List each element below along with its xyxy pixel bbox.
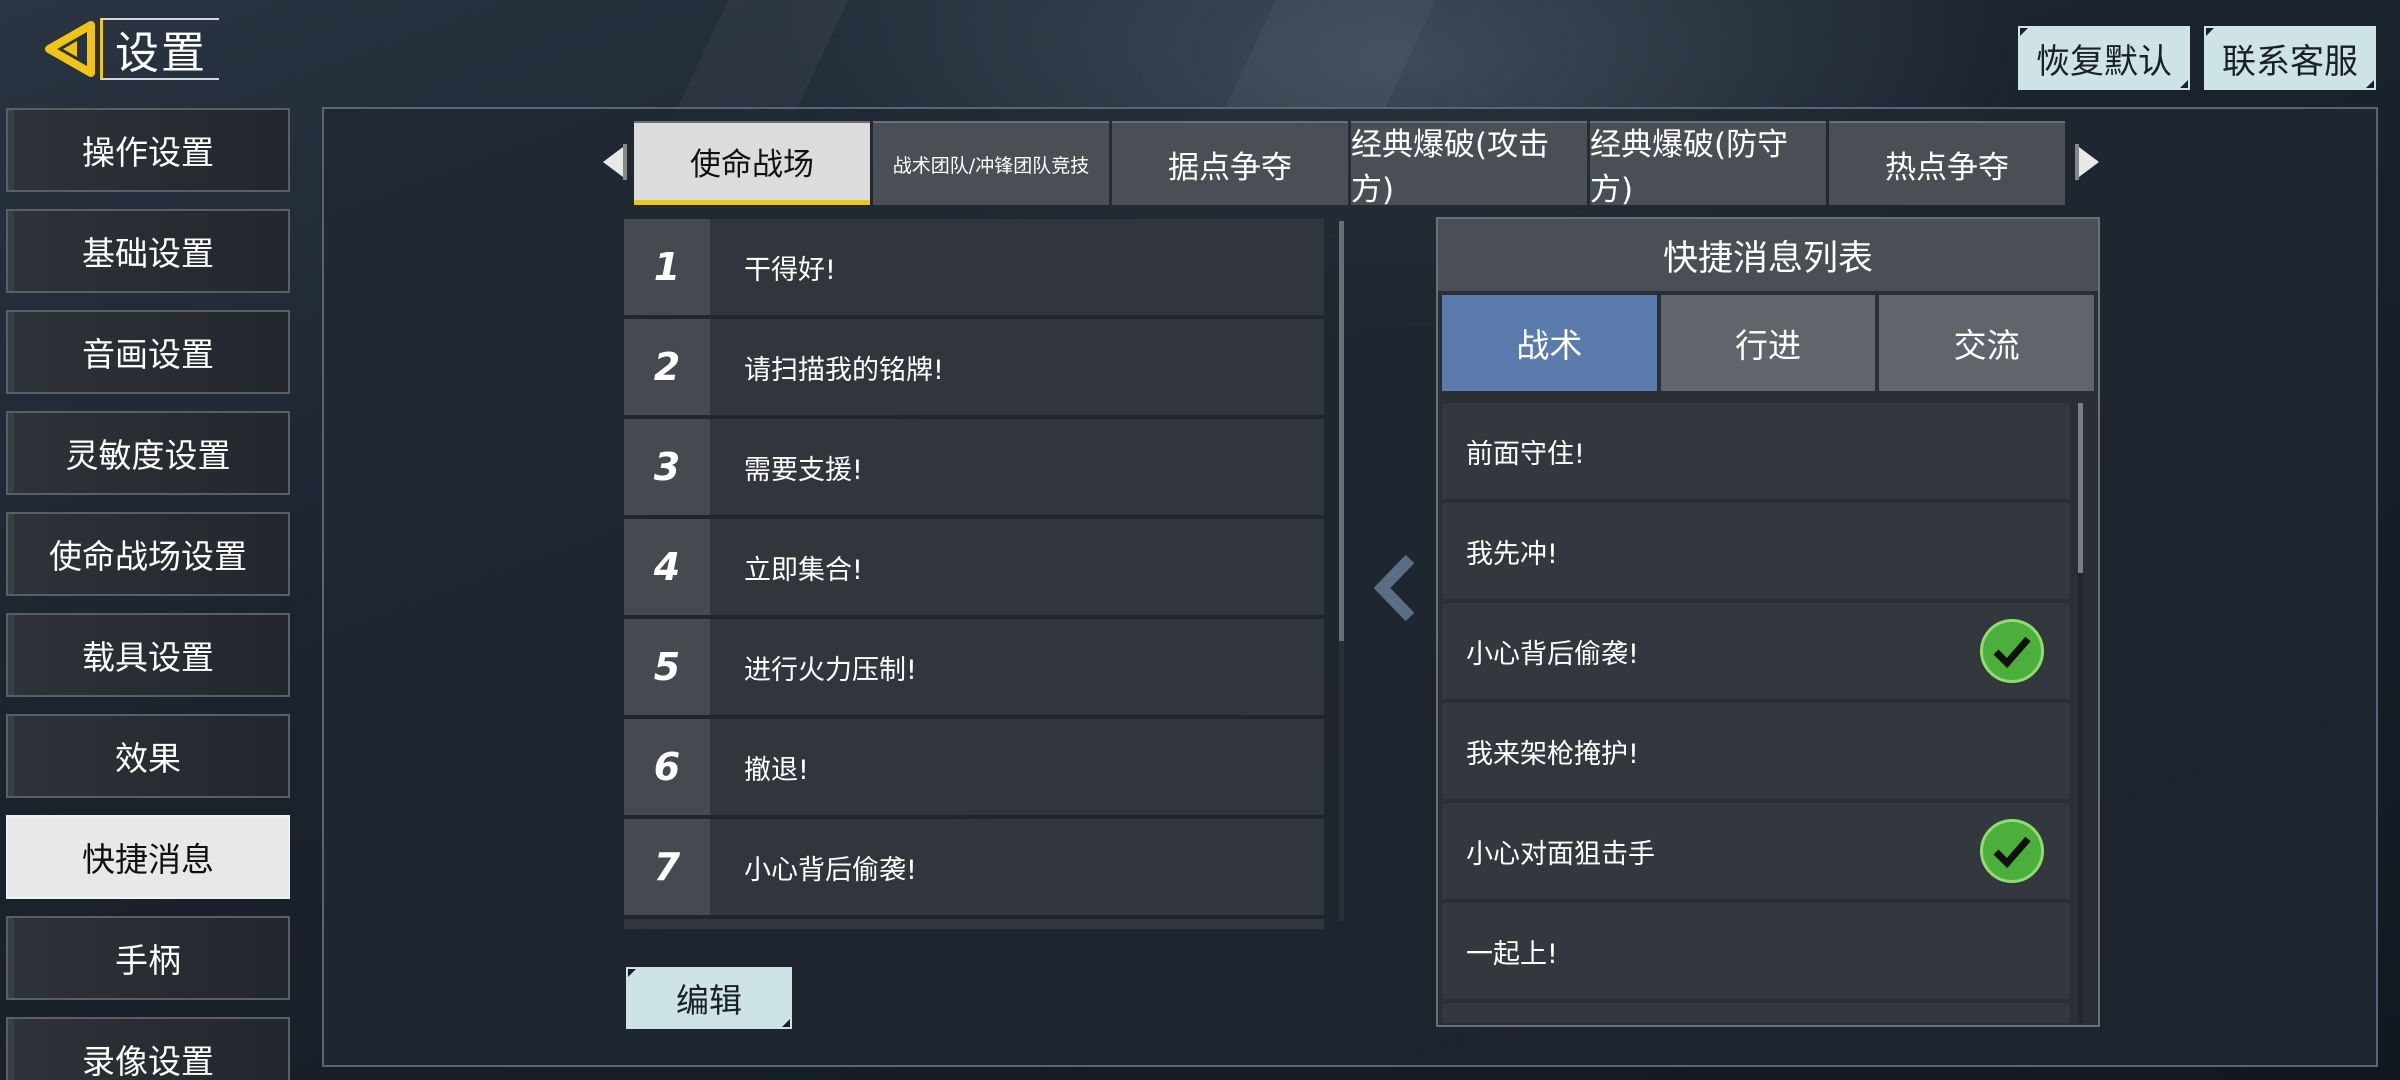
message-slot[interactable]: 4 立即集合! (624, 519, 1324, 615)
quick-message-item[interactable]: 我来架枪掩护! (1442, 703, 2070, 799)
slot-number: 7 (624, 819, 710, 915)
sidebar-item-audio-video[interactable]: 音画设置 (6, 310, 290, 394)
slot-number: 2 (624, 319, 710, 415)
quick-message-list: 前面守住! 我先冲! 小心背后偷袭! 我来架枪掩护! 小心对面狙击手 一起上! (1442, 403, 2070, 1023)
sidebar-item-vehicle[interactable]: 载具设置 (6, 613, 290, 697)
restore-default-button[interactable]: 恢复默认 (2018, 26, 2190, 90)
slot-number: 4 (624, 519, 710, 615)
quick-message-text: 小心对面狙击手 (1466, 838, 1655, 870)
quick-message-item[interactable]: 前面守住! (1442, 403, 2070, 499)
message-slot[interactable]: 6 撤退! (624, 719, 1324, 815)
tab-movement[interactable]: 行进 (1660, 295, 1876, 391)
back-arrow-icon (45, 21, 95, 77)
sidebar-item-sensitivity[interactable]: 灵敏度设置 (6, 411, 290, 495)
tab-search-destroy-defend[interactable]: 经典爆破(防守方) (1590, 121, 1826, 208)
slot-number: 1 (624, 219, 710, 315)
triangle-left-icon (603, 144, 627, 180)
slot-number: 5 (624, 619, 710, 715)
contact-support-button[interactable]: 联系客服 (2204, 26, 2376, 90)
slot-text: 干得好! (744, 254, 836, 286)
quick-message-text: 一起上! (1466, 938, 1558, 970)
tabs-prev-button[interactable] (594, 119, 634, 205)
back-button[interactable] (40, 17, 100, 81)
quick-message-text: 我先冲! (1466, 538, 1558, 570)
slot-text: 小心背后偷袭! (744, 854, 917, 886)
sidebar-item-battle-royale[interactable]: 使命战场设置 (6, 512, 290, 596)
tabs-next-button[interactable] (2068, 119, 2108, 205)
sidebar: 操作设置 基础设置 音画设置 灵敏度设置 使命战场设置 载具设置 效果 快捷消息… (6, 108, 290, 1080)
message-slot[interactable]: 2 请扫描我的铭牌! (624, 319, 1324, 415)
slot-text: 需要支援! (744, 454, 863, 486)
sidebar-item-controls[interactable]: 操作设置 (6, 108, 290, 192)
tab-domination[interactable]: 据点争夺 (1112, 121, 1348, 205)
check-icon (1980, 819, 2044, 883)
triangle-right-icon (2075, 144, 2099, 180)
bg-stripe (1224, 0, 1436, 110)
page-title: 设置 (100, 18, 219, 80)
message-slot-list: 1 干得好! 2 请扫描我的铭牌! 3 需要支援! 4 立即集合! 5 进行火力… (624, 219, 1324, 929)
message-slot[interactable]: 7 小心背后偷袭! (624, 819, 1324, 915)
tab-battle-royale[interactable]: 使命战场 (634, 121, 870, 205)
message-slot[interactable] (624, 919, 1324, 929)
main-panel: 使命战场 战术团队/冲锋团队竞技 据点争夺 经典爆破(攻击方) 经典爆破(防守方… (322, 107, 2378, 1067)
sidebar-item-recording[interactable]: 录像设置 (6, 1017, 290, 1080)
tab-search-destroy-attack[interactable]: 经典爆破(攻击方) (1351, 121, 1587, 208)
quick-list-scrollbar[interactable] (2078, 403, 2083, 1023)
scrollbar-thumb[interactable] (2078, 403, 2083, 573)
tab-communication[interactable]: 交流 (1879, 295, 2095, 391)
top-buttons: 恢复默认 联系客服 (2018, 26, 2376, 90)
slot-text: 请扫描我的铭牌! (744, 354, 944, 386)
edit-button[interactable]: 编辑 (626, 967, 792, 1029)
sidebar-item-effects[interactable]: 效果 (6, 714, 290, 798)
quick-message-text: 我来架枪掩护! (1466, 738, 1639, 770)
chevron-left-icon (1373, 554, 1415, 622)
slot-text: 立即集合! (744, 554, 863, 586)
tab-tactics[interactable]: 战术 (1442, 295, 1657, 391)
check-icon (1980, 619, 2044, 683)
quick-message-text: 小心背后偷袭! (1466, 638, 1639, 670)
message-slot[interactable]: 5 进行火力压制! (624, 619, 1324, 715)
bg-stripe (672, 0, 848, 120)
quick-message-item[interactable] (1442, 1003, 2070, 1023)
message-list-scrollbar[interactable] (1339, 221, 1344, 921)
message-slot[interactable]: 3 需要支援! (624, 419, 1324, 515)
header: 设置 (40, 14, 219, 84)
sidebar-item-basic[interactable]: 基础设置 (6, 209, 290, 293)
sidebar-item-controller[interactable]: 手柄 (6, 916, 290, 1000)
quick-message-panel: 快捷消息列表 战术 行进 交流 前面守住! 我先冲! 小心背后偷袭! 我来架枪掩… (1436, 217, 2100, 1027)
quick-message-text: 前面守住! (1466, 438, 1585, 470)
mode-tabs: 使命战场 战术团队/冲锋团队竞技 据点争夺 经典爆破(攻击方) 经典爆破(防守方… (594, 119, 2108, 208)
tab-team-deathmatch[interactable]: 战术团队/冲锋团队竞技 (873, 121, 1109, 205)
slot-text: 进行火力压制! (744, 654, 917, 686)
move-left-button[interactable] (1372, 553, 1416, 627)
slot-number: 6 (624, 719, 710, 815)
slot-number: 3 (624, 419, 710, 515)
sidebar-item-quick-messages[interactable]: 快捷消息 (6, 815, 290, 899)
message-slot[interactable]: 1 干得好! (624, 219, 1324, 315)
scrollbar-thumb[interactable] (1339, 221, 1344, 641)
quick-message-item[interactable]: 小心背后偷袭! (1442, 603, 2070, 699)
slot-text: 撤退! (744, 754, 809, 786)
quick-panel-title: 快捷消息列表 (1438, 219, 2098, 291)
tab-hardpoint[interactable]: 热点争夺 (1829, 121, 2065, 205)
quick-message-item[interactable]: 一起上! (1442, 903, 2070, 999)
quick-message-item[interactable]: 我先冲! (1442, 503, 2070, 599)
quick-message-item[interactable]: 小心对面狙击手 (1442, 803, 2070, 899)
quick-category-tabs: 战术 行进 交流 (1438, 291, 2098, 395)
